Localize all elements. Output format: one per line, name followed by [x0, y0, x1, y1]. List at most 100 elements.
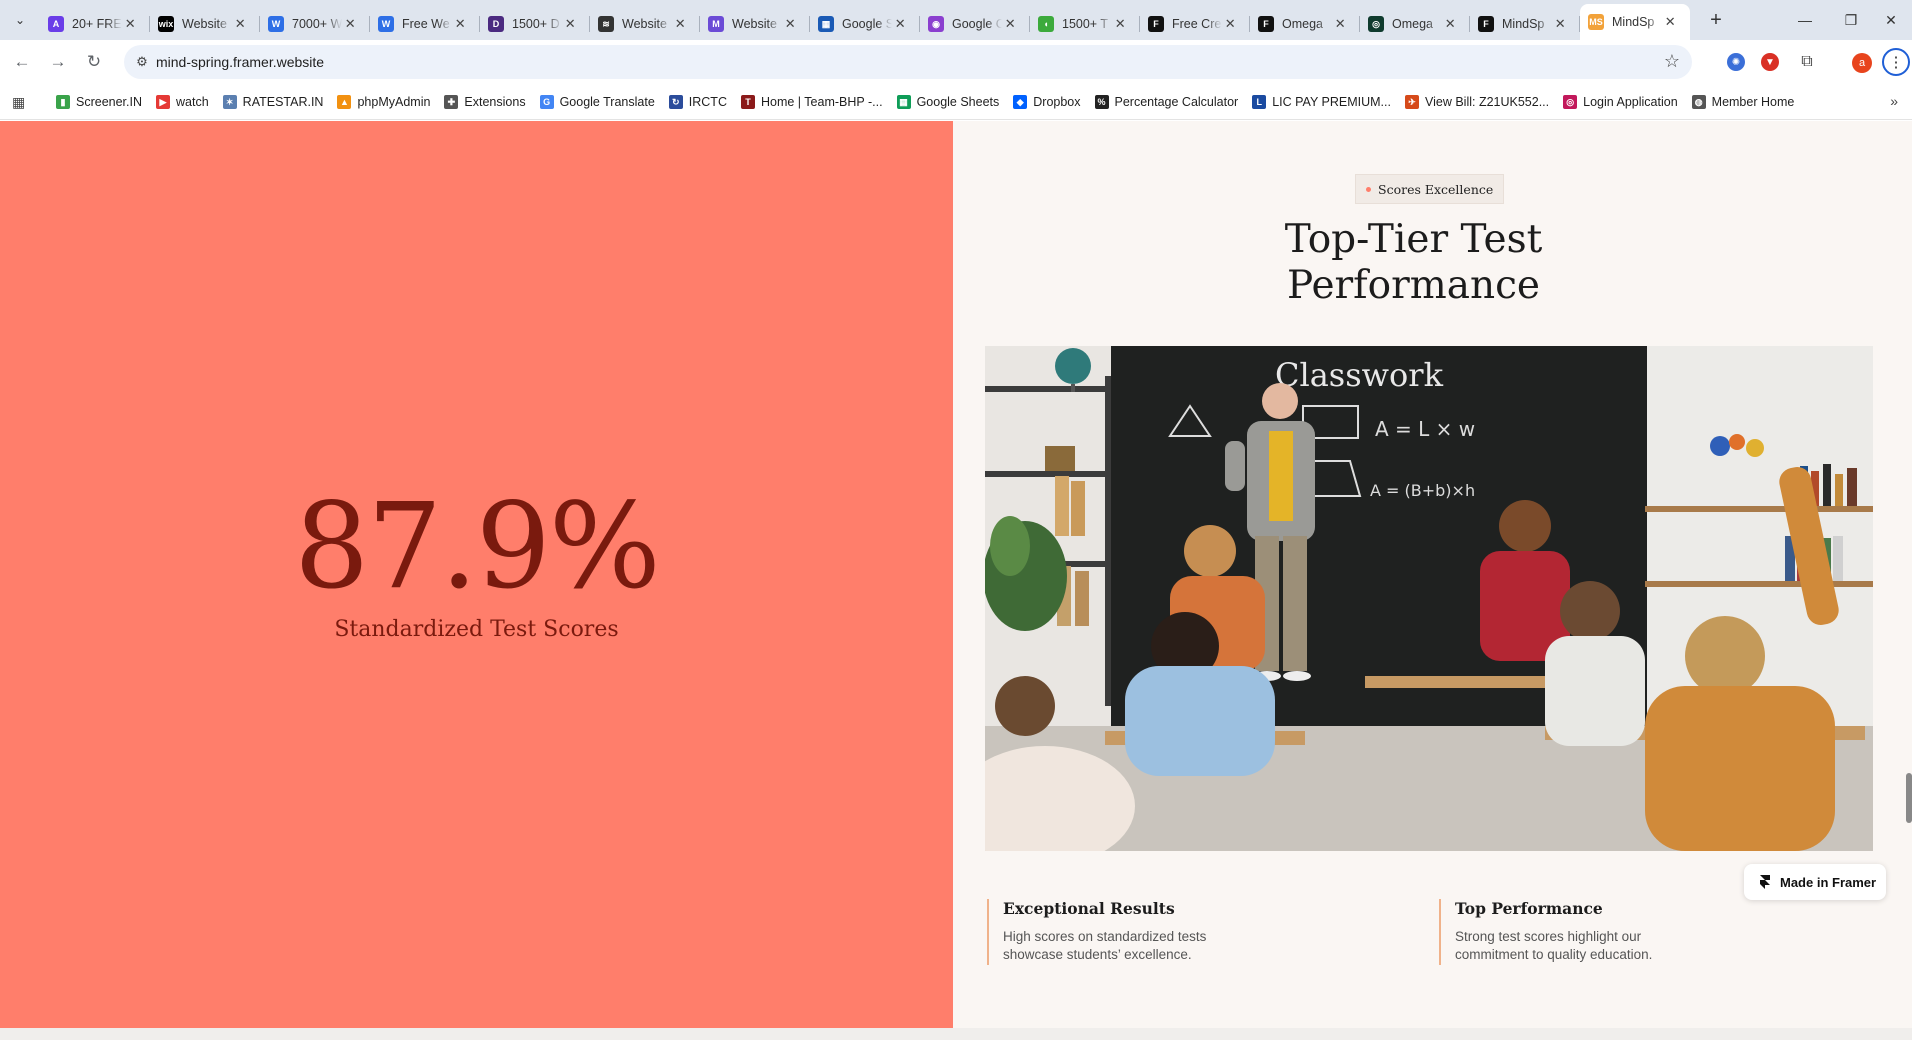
bookmark-item[interactable]: ◍ Member Home: [1691, 95, 1794, 109]
bookmark-item[interactable]: ✶ RATESTAR.IN: [222, 95, 324, 109]
bookmark-item[interactable]: ▶ watch: [156, 95, 209, 109]
bookmark-item[interactable]: ◆ Dropbox: [1013, 95, 1081, 109]
tab-title: Omega: [1282, 17, 1323, 31]
back-icon[interactable]: ←: [8, 48, 36, 76]
tab-close-icon[interactable]: ✕: [1002, 16, 1018, 32]
bookmarks-bar: ▦ ▮ Screener.IN ▶ watch ✶ RATESTAR.IN ▲ phpMyAd…: [0, 84, 1912, 120]
bookmark-item[interactable]: ✚ Extensions: [444, 95, 526, 109]
bookmark-item[interactable]: ↻ IRCTC: [668, 95, 727, 109]
tab-favicon-icon: ◖: [1038, 16, 1054, 32]
more-bookmarks-icon[interactable]: »: [1890, 93, 1898, 109]
framer-badge-label: Made in Framer: [1780, 874, 1877, 890]
made-in-framer-badge[interactable]: Made in Framer: [1744, 864, 1886, 900]
forward-icon[interactable]: →: [44, 48, 72, 76]
bookmark-star-icon[interactable]: ☆: [1664, 51, 1680, 72]
tab-close-icon[interactable]: ✕: [892, 16, 908, 32]
bookmark-item[interactable]: ▮ Screener.IN: [56, 95, 142, 109]
bookmark-item[interactable]: T Home | Team-BHP -...: [740, 95, 883, 109]
tab-close-icon[interactable]: ✕: [122, 16, 138, 32]
tab-title: MindSp: [1502, 17, 1545, 31]
section-heading: Top-Tier Test Performance: [953, 217, 1874, 309]
address-bar[interactable]: ⚙ mind-spring.framer.website ☆: [124, 45, 1692, 79]
close-window-icon[interactable]: ✕: [1868, 0, 1912, 40]
shield-extension-icon[interactable]: ▼: [1761, 53, 1779, 71]
tab-close-icon[interactable]: ✕: [1442, 16, 1458, 32]
bookmark-favicon-icon: ▶: [156, 95, 171, 109]
browser-tab[interactable]: MS MindSp ✕: [1580, 4, 1690, 40]
tab-title: 7000+ W: [292, 17, 343, 31]
bookmark-item[interactable]: L LIC PAY PREMIUM...: [1252, 95, 1391, 109]
tab-close-icon[interactable]: ✕: [782, 16, 798, 32]
tab-title: Google C: [952, 17, 1003, 31]
browser-tab[interactable]: ◖ 1500+ T ✕: [1030, 8, 1140, 40]
bookmark-favicon-icon: ◎: [1563, 95, 1578, 109]
extension-icon[interactable]: ✺: [1727, 53, 1745, 71]
browser-tab[interactable]: F Omega ✕: [1250, 8, 1360, 40]
tab-favicon-icon: W: [268, 16, 284, 32]
browser-menu-icon[interactable]: ⋮: [1882, 48, 1910, 76]
bookmark-item[interactable]: ▦ Google Sheets: [896, 95, 999, 109]
browser-tab[interactable]: F MindSp ✕: [1470, 8, 1580, 40]
browser-tab[interactable]: W Free We ✕: [370, 8, 480, 40]
bookmark-favicon-icon: T: [740, 95, 755, 109]
tab-close-icon[interactable]: ✕: [672, 16, 688, 32]
site-info-icon[interactable]: ⚙: [132, 52, 152, 72]
tab-favicon-icon: M: [708, 16, 724, 32]
bookmark-favicon-icon: G: [539, 95, 554, 109]
bookmark-item[interactable]: ✈ View Bill: Z21UK552...: [1404, 95, 1549, 109]
tab-title: MindSp: [1612, 15, 1655, 29]
browser-tab[interactable]: ◉ Google C ✕: [920, 8, 1030, 40]
tab-close-icon[interactable]: ✕: [1662, 14, 1678, 30]
browser-tab[interactable]: W 7000+ W ✕: [260, 8, 370, 40]
url-text[interactable]: mind-spring.framer.website: [156, 54, 324, 70]
tab-close-icon[interactable]: ✕: [1222, 16, 1238, 32]
tab-close-icon[interactable]: ✕: [1552, 16, 1568, 32]
browser-tab[interactable]: F Free Cre ✕: [1140, 8, 1250, 40]
tab-close-icon[interactable]: ✕: [232, 16, 248, 32]
browser-tab[interactable]: A 20+ FREE✕: [40, 8, 150, 40]
bookmark-favicon-icon: ✚: [444, 95, 459, 109]
profile-avatar[interactable]: a: [1852, 53, 1872, 73]
browser-tab[interactable]: ≋ Website ✕: [590, 8, 700, 40]
browser-tab[interactable]: ▦ Google S ✕: [810, 8, 920, 40]
bookmark-label: RATESTAR.IN: [242, 95, 324, 109]
bookmark-label: Login Application: [1583, 95, 1678, 109]
tab-favicon-icon: F: [1258, 16, 1274, 32]
scrollbar-thumb[interactable]: [1906, 773, 1912, 823]
bookmark-label: Google Translate: [559, 95, 655, 109]
bookmark-item[interactable]: G Google Translate: [539, 95, 655, 109]
extensions-puzzle-icon[interactable]: ⧉: [1798, 53, 1816, 71]
tab-close-icon[interactable]: ✕: [452, 16, 468, 32]
reload-icon[interactable]: ↻: [80, 48, 108, 76]
tab-close-icon[interactable]: ✕: [1332, 16, 1348, 32]
browser-tab[interactable]: D 1500+ D ✕: [480, 8, 590, 40]
bookmark-item[interactable]: ▲ phpMyAdmin: [337, 95, 430, 109]
badge-label: Scores Excellence: [1378, 181, 1494, 197]
tab-close-icon[interactable]: ✕: [562, 16, 578, 32]
feature-title: Exceptional Results: [1003, 899, 1175, 918]
bookmark-label: Dropbox: [1033, 95, 1081, 109]
tab-title: 1500+ T: [1062, 17, 1108, 31]
web-page: 87.9% Standardized Test Scores Scores Ex…: [0, 121, 1912, 1040]
tab-close-icon[interactable]: ✕: [1112, 16, 1128, 32]
bookmark-label: watch: [176, 95, 209, 109]
browser-tab[interactable]: M Website ✕: [700, 8, 810, 40]
stat-panel: 87.9% Standardized Test Scores: [0, 121, 953, 1028]
bookmark-item[interactable]: % Percentage Calculator: [1094, 95, 1238, 109]
tab-favicon-icon: ▦: [818, 16, 834, 32]
bookmark-favicon-icon: ▮: [56, 95, 70, 109]
tab-title: Website: [182, 17, 227, 31]
tab-search-icon[interactable]: ⌄: [8, 8, 32, 32]
stat-label: Standardized Test Scores: [334, 617, 619, 642]
minimize-icon[interactable]: —: [1782, 0, 1828, 40]
browser-tab[interactable]: wix Website ✕: [150, 8, 260, 40]
tab-close-icon[interactable]: ✕: [342, 16, 358, 32]
tab-favicon-icon: wix: [158, 16, 174, 32]
new-tab-button[interactable]: +: [1704, 8, 1728, 32]
tab-favicon-icon: D: [488, 16, 504, 32]
apps-grid-icon[interactable]: ▦: [12, 94, 28, 110]
browser-tab[interactable]: ◎ Omega ✕: [1360, 8, 1470, 40]
bookmark-item[interactable]: ◎ Login Application: [1563, 95, 1678, 109]
tab-favicon-icon: F: [1148, 16, 1164, 32]
tab-favicon-icon: ◉: [928, 16, 944, 32]
